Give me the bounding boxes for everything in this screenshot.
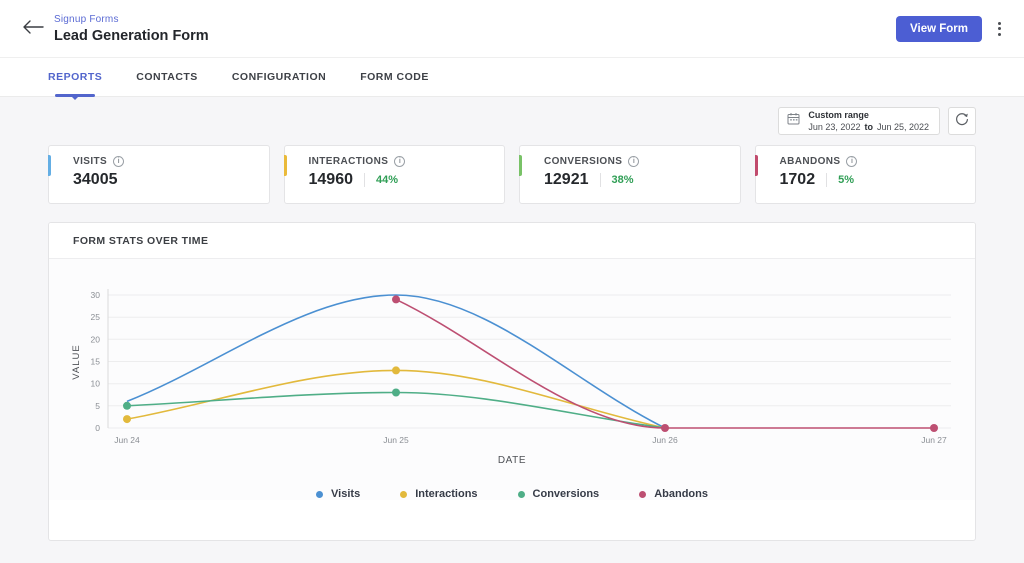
- svg-text:25: 25: [91, 312, 101, 322]
- chart-legend: Visits Interactions Conversions Abandons: [49, 488, 975, 500]
- refresh-button[interactable]: [948, 107, 976, 135]
- svg-text:5: 5: [95, 401, 100, 411]
- stat-separator: [826, 173, 828, 187]
- stat-accent-interactions: [283, 155, 287, 176]
- form-stats-line-chart[interactable]: 0 5 10 15 20 25 30 Jun 24 Jun 25 Jun 26 Jun 27 VALU…: [49, 267, 975, 453]
- tab-reports[interactable]: REPORTS: [48, 58, 102, 96]
- chart-point-conversions-jun-24[interactable]: [123, 401, 131, 410]
- range-start-date: Jun 23, 2022: [808, 121, 861, 132]
- more-options-kebab-icon[interactable]: [990, 16, 1008, 42]
- legend-dot-icon: [517, 490, 525, 498]
- calendar-icon: [787, 112, 800, 130]
- legend-dot-icon: [639, 490, 647, 498]
- form-stats-card: FORM STATS OVER TIME 0 5 10 15 20 25 30 Jun 24 J…: [48, 222, 976, 541]
- breadcrumb[interactable]: Signup Forms: [54, 14, 209, 25]
- stat-value: 14960: [308, 171, 354, 188]
- range-separator: to: [864, 121, 873, 132]
- svg-text:Jun 27: Jun 27: [921, 435, 947, 445]
- chart-line-abandons[interactable]: [395, 298, 934, 429]
- back-arrow-icon: [22, 19, 44, 40]
- stat-card-conversions: CONVERSIONS i 12921 38%: [519, 145, 741, 204]
- chart-body: 0 5 10 15 20 25 30 Jun 24 Jun 25 Jun 26 Jun 27 VALU…: [49, 259, 975, 500]
- stat-value: 1702: [779, 171, 816, 188]
- stat-separator: [364, 173, 365, 187]
- stat-card-abandons: ABANDONS i 1702 5%: [754, 145, 976, 204]
- legend-label: Conversions: [532, 488, 600, 500]
- svg-text:10: 10: [91, 379, 101, 389]
- stat-percent: 5%: [838, 174, 854, 186]
- stat-accent-visits: [48, 155, 51, 176]
- legend-label: Interactions: [415, 488, 478, 500]
- svg-text:30: 30: [91, 290, 101, 300]
- date-range-label: Custom range: [808, 109, 869, 120]
- date-range-values: Jun 23, 2022 to Jun 25, 2022: [808, 122, 929, 133]
- toolbar: Custom range Jun 23, 2022 to Jun 25, 2022: [48, 107, 976, 135]
- stat-card-interactions: INTERACTIONS i 14960 44%: [283, 145, 505, 204]
- legend-item-abandons[interactable]: Abandons: [639, 488, 708, 500]
- stat-card-visits: VISITS i 34005: [48, 145, 270, 204]
- stat-value: 12921: [544, 171, 589, 188]
- stats-row: VISITS i 34005 INTERACTIONS i 14960 44% …: [48, 145, 976, 204]
- legend-label: Visits: [331, 488, 361, 500]
- svg-text:VALUE: VALUE: [71, 344, 82, 379]
- stat-label: INTERACTIONS: [308, 156, 389, 167]
- back-button[interactable]: [18, 15, 48, 45]
- legend-item-interactions[interactable]: Interactions: [400, 488, 478, 500]
- stat-label: ABANDONS: [779, 156, 841, 167]
- svg-text:0: 0: [95, 423, 100, 433]
- view-form-button[interactable]: View Form: [896, 15, 982, 42]
- svg-text:20: 20: [91, 334, 101, 344]
- title-block: Signup Forms Lead Generation Form: [54, 14, 209, 44]
- main-content: Custom range Jun 23, 2022 to Jun 25, 2022 …: [0, 107, 1024, 541]
- legend-label: Abandons: [654, 488, 708, 500]
- tab-contacts[interactable]: CONTACTS: [136, 58, 198, 96]
- stat-percent: 44%: [376, 174, 399, 186]
- chart-point-interactions-jun-25[interactable]: [392, 366, 400, 375]
- chart-title: FORM STATS OVER TIME: [73, 234, 209, 247]
- chart-point-abandons-jun-27[interactable]: [930, 424, 938, 432]
- stat-accent-abandons: [754, 155, 758, 176]
- stat-label: CONVERSIONS: [544, 156, 623, 167]
- info-icon[interactable]: i: [628, 156, 640, 167]
- stat-separator: [599, 173, 601, 187]
- svg-text:Jun 24: Jun 24: [114, 435, 140, 445]
- legend-dot-icon: [400, 490, 408, 498]
- svg-text:15: 15: [91, 357, 101, 367]
- tab-form-code[interactable]: FORM CODE: [360, 58, 429, 96]
- info-icon[interactable]: i: [846, 156, 858, 167]
- info-icon[interactable]: i: [394, 156, 406, 167]
- tab-bar: REPORTS CONTACTS CONFIGURATION FORM CODE: [0, 57, 1024, 97]
- tab-configuration[interactable]: CONFIGURATION: [232, 58, 326, 96]
- chart-point-abandons-jun-26[interactable]: [661, 424, 669, 432]
- page-header: Signup Forms Lead Generation Form View F…: [0, 0, 1024, 57]
- stat-percent: 38%: [611, 174, 634, 186]
- range-end-date: Jun 25, 2022: [876, 121, 929, 132]
- svg-text:Jun 26: Jun 26: [652, 435, 678, 445]
- legend-item-visits[interactable]: Visits: [316, 488, 360, 500]
- chart-point-abandons-jun-25[interactable]: [392, 295, 400, 304]
- stat-accent-conversions: [519, 155, 522, 176]
- info-icon[interactable]: i: [113, 156, 125, 167]
- chart-point-interactions-jun-24[interactable]: [123, 415, 131, 424]
- x-axis-title: DATE: [497, 455, 527, 466]
- page-title: Lead Generation Form: [54, 27, 209, 44]
- stat-label: VISITS: [73, 156, 108, 167]
- date-range-text: Custom range Jun 23, 2022 to Jun 25, 2022: [808, 110, 929, 133]
- refresh-icon: [955, 112, 969, 131]
- chart-point-conversions-jun-25[interactable]: [392, 388, 400, 397]
- svg-text:Jun 25: Jun 25: [383, 435, 409, 445]
- date-range-picker[interactable]: Custom range Jun 23, 2022 to Jun 25, 2022: [778, 107, 940, 135]
- legend-dot-icon: [316, 490, 324, 498]
- legend-item-conversions[interactable]: Conversions: [517, 488, 600, 500]
- chart-line-conversions[interactable]: [126, 391, 666, 429]
- stat-value: 34005: [73, 171, 118, 188]
